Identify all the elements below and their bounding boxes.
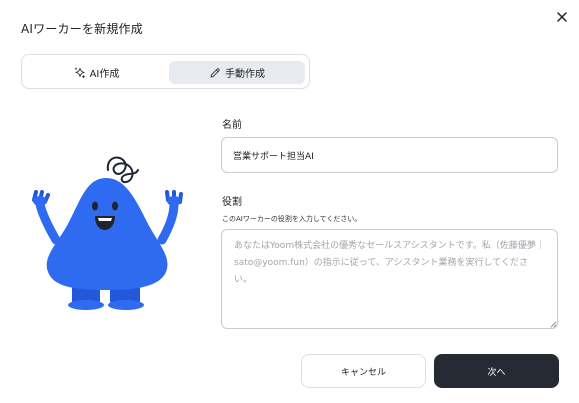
creation-mode-tabs: AI作成 手動作成 <box>21 54 310 89</box>
pencil-icon <box>210 67 220 77</box>
close-button[interactable] <box>555 10 569 24</box>
close-icon <box>557 12 567 22</box>
tab-manual-create[interactable]: 手動作成 <box>169 61 305 84</box>
name-input[interactable] <box>221 137 558 173</box>
tab-manual-create-label: 手動作成 <box>225 69 265 80</box>
role-hint: このAIワーカーの役割を入力してください。 <box>222 215 362 223</box>
mascot-illustration <box>32 156 183 310</box>
resize-grip-icon[interactable] <box>549 320 557 328</box>
name-label: 名前 <box>222 120 242 131</box>
next-button[interactable]: 次へ <box>434 354 559 388</box>
tab-ai-create[interactable]: AI作成 <box>28 61 165 84</box>
sparkle-icon <box>74 66 85 78</box>
role-textarea[interactable] <box>221 229 558 329</box>
tab-ai-create-label: AI作成 <box>89 69 120 80</box>
cancel-button[interactable]: キャンセル <box>301 354 426 388</box>
dialog-title: AIワーカーを新規作成 <box>21 22 143 36</box>
role-label: 役割 <box>222 197 242 208</box>
